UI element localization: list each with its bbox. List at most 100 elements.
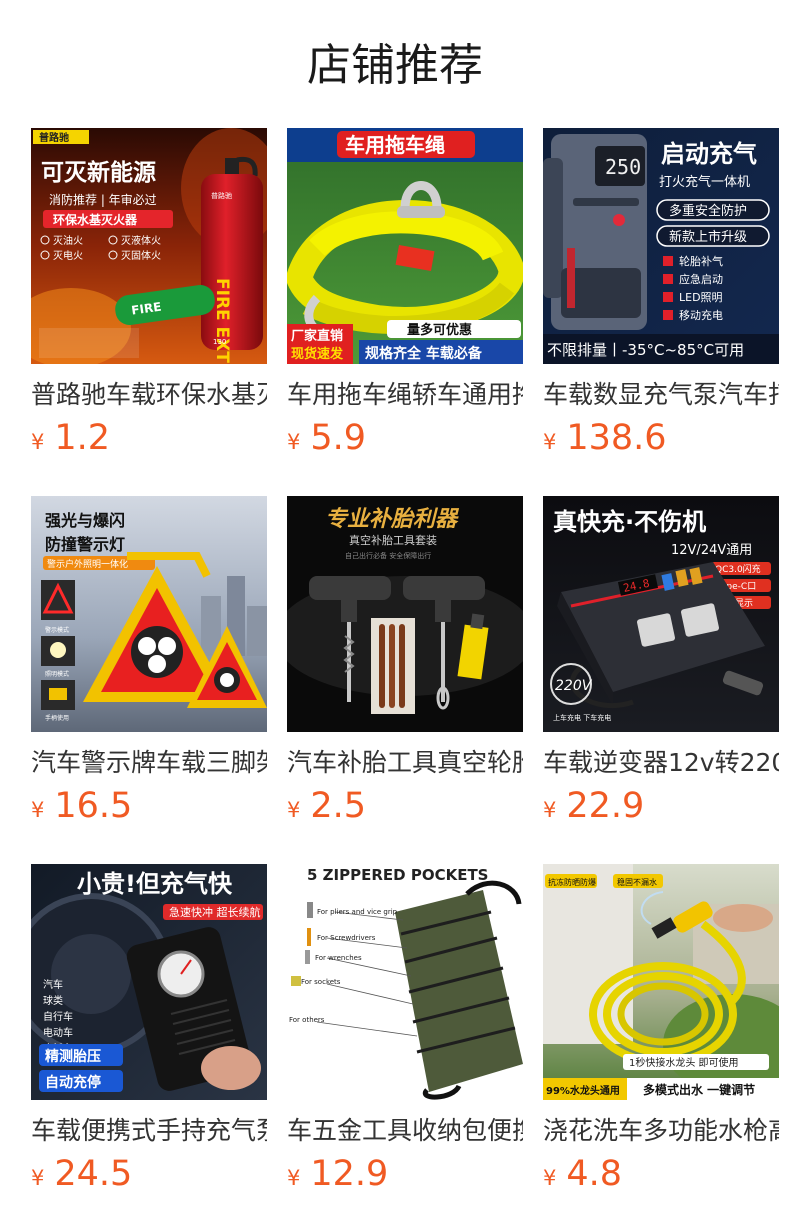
product-card[interactable]: 抗冻防晒防爆 稳固不漏水 1秒快接水龙头 即可使用 99%水龙头通用 多模式出水… xyxy=(543,864,779,1214)
image-tag: 抗冻防晒防爆 xyxy=(548,877,596,887)
product-name[interactable]: 普路驰车载环保水基灭火器 xyxy=(31,376,267,414)
product-image[interactable]: 车用拖车绳 厂家直销 现货速发 量多可优惠 规格齐全 车载必备 xyxy=(287,128,523,364)
pocket-label: For wrenches xyxy=(315,954,362,962)
product-card[interactable]: 普路驰 可灭新能源 消防推荐 | 年审必过 环保水基灭火器 灭油火 灭液体火 灭… xyxy=(31,128,267,478)
product-name[interactable]: 车载便携式手持充气泵电动打气 xyxy=(31,1112,267,1150)
image-tag: 自动充停 xyxy=(45,1074,101,1091)
price-value: 5.9 xyxy=(310,418,367,458)
product-price: ¥22.9 xyxy=(543,784,644,828)
currency-symbol: ¥ xyxy=(287,798,301,822)
svg-text:警示模式: 警示模式 xyxy=(45,626,69,634)
product-name[interactable]: 车载逆变器12v转220v电源转换器 xyxy=(543,744,779,782)
product-price: ¥2.5 xyxy=(287,784,366,828)
product-card[interactable]: 真快充·不伤机 12V/24V通用 QC3.0闪充 Type-C口 电压显示 2… xyxy=(543,496,779,846)
image-subline: 12V/24V通用 xyxy=(671,543,752,558)
pill-text: 新款上市升级 xyxy=(669,229,747,245)
product-card[interactable]: 5 ZIPPERED POCKETS For pliers and vice g… xyxy=(287,864,523,1214)
product-price: ¥1.2 xyxy=(31,416,110,460)
feature-text: 应急启动 xyxy=(679,272,723,286)
image-headline: 5 ZIPPERED POCKETS xyxy=(307,866,488,884)
product-image[interactable]: 专业补胎利器 真空补胎工具套装 自己出行必备 安全保障出行 xyxy=(287,496,523,732)
tag-text: 厂家直销 xyxy=(291,328,343,344)
list-item: 球类 xyxy=(43,994,63,1007)
product-card[interactable]: 强光与爆闪 防撞警示灯 警示户外照明一体化 警示模式 照明模式 手柄使用 汽车警… xyxy=(31,496,267,846)
price-value: 22.9 xyxy=(566,786,645,826)
bottle-brand: 普路驰 xyxy=(211,191,232,200)
product-card[interactable]: 车用拖车绳 厂家直销 现货速发 量多可优惠 规格齐全 车载必备 车用拖车绳轿车通… xyxy=(287,128,523,478)
currency-symbol: ¥ xyxy=(543,430,557,454)
product-price: ¥16.5 xyxy=(31,784,132,828)
svg-text:手柄使用: 手柄使用 xyxy=(45,714,69,722)
page-title: 店铺推荐 xyxy=(307,40,483,91)
feature-text: 灭电火 xyxy=(53,249,83,262)
price-value: 12.9 xyxy=(310,1154,389,1194)
product-image[interactable]: 真快充·不伤机 12V/24V通用 QC3.0闪充 Type-C口 电压显示 2… xyxy=(543,496,779,732)
list-item: 汽车 xyxy=(43,978,63,991)
product-image[interactable]: 小贵!但充气快 急速快冲 超长续航 汽车 球类 自行车 电动车 摩托车 xyxy=(31,864,267,1100)
currency-symbol: ¥ xyxy=(543,798,557,822)
pocket-label: For sockets xyxy=(301,978,341,986)
feature-text: 灭固体火 xyxy=(121,250,161,262)
tag-text: 规格齐全 车载必备 xyxy=(365,345,483,362)
price-value: 138.6 xyxy=(566,418,667,458)
product-name[interactable]: 车五金工具收纳包便携卷筒式 xyxy=(287,1112,523,1150)
device-display: 250 xyxy=(605,155,641,179)
image-headline: 小贵!但充气快 xyxy=(77,870,233,898)
image-headline: 防撞警示灯 xyxy=(45,535,125,554)
voltage-badge: 220V xyxy=(555,678,593,694)
image-headline: 专业补胎利器 xyxy=(325,507,460,532)
image-footer: 不限排量丨-35°C~85°C可用 xyxy=(547,341,744,359)
currency-symbol: ¥ xyxy=(31,430,45,454)
image-tagline: 自己出行必备 安全保障出行 xyxy=(345,551,431,560)
product-image[interactable]: 抗冻防晒防爆 稳固不漏水 1秒快接水龙头 即可使用 99%水龙头通用 多模式出水… xyxy=(543,864,779,1100)
feature-text: 灭油火 xyxy=(53,234,83,247)
price-value: 2.5 xyxy=(310,786,367,826)
currency-symbol: ¥ xyxy=(31,1166,45,1190)
image-banner: 环保水基灭火器 xyxy=(53,212,138,227)
product-name[interactable]: 汽车补胎工具真空轮胎补胎套装 xyxy=(287,744,523,782)
tag-text: 现货速发 xyxy=(291,346,344,362)
product-card[interactable]: 250 启动充气 打火充气一体机 多重安全防护 新款上市升级 轮胎补气 应急启动 xyxy=(543,128,779,478)
product-name[interactable]: 车载数显充气泵汽车打气泵 xyxy=(543,376,779,414)
currency-symbol: ¥ xyxy=(287,430,301,454)
image-headline: 强光与爆闪 xyxy=(45,511,125,530)
product-price: ¥24.5 xyxy=(31,1152,132,1196)
list-item: 自行车 xyxy=(43,1010,73,1023)
image-tag: 稳固不漏水 xyxy=(617,877,657,887)
product-image[interactable]: 5 ZIPPERED POCKETS For pliers and vice g… xyxy=(287,864,523,1100)
product-price: ¥4.8 xyxy=(543,1152,622,1196)
pill-text: 多重安全防护 xyxy=(669,203,747,219)
pocket-label: For Screwdrivers xyxy=(317,934,376,942)
product-image[interactable]: 普路驰 可灭新能源 消防推荐 | 年审必过 环保水基灭火器 灭油火 灭液体火 灭… xyxy=(31,128,267,364)
currency-symbol: ¥ xyxy=(31,798,45,822)
product-card[interactable]: 专业补胎利器 真空补胎工具套装 自己出行必备 安全保障出行 汽车补胎工具真空轮 … xyxy=(287,496,523,846)
image-headline: 启动充气 xyxy=(661,140,757,168)
image-tag: 精测胎压 xyxy=(45,1048,101,1065)
product-image[interactable]: 强光与爆闪 防撞警示灯 警示户外照明一体化 警示模式 照明模式 手柄使用 xyxy=(31,496,267,732)
image-subline: 急速快冲 超长续航 xyxy=(169,905,261,919)
image-caption: 上车充电 下车充电 xyxy=(553,713,611,722)
image-subline: 消防推荐 | 年审必过 xyxy=(49,192,157,207)
pocket-label: For others xyxy=(289,1016,325,1024)
product-price: ¥5.9 xyxy=(287,416,366,460)
product-name[interactable]: 浇花洗车多功能水枪高压家用 xyxy=(543,1112,779,1150)
product-image[interactable]: 250 启动充气 打火充气一体机 多重安全防护 新款上市升级 轮胎补气 应急启动 xyxy=(543,128,779,364)
price-value: 4.8 xyxy=(566,1154,623,1194)
image-tag: 警示户外照明一体化 xyxy=(47,558,128,570)
product-card[interactable]: 小贵!但充气快 急速快冲 超长续航 汽车 球类 自行车 电动车 摩托车 xyxy=(31,864,267,1214)
feature-text: 轮胎补气 xyxy=(679,254,723,268)
tag-text: 量多可优惠 xyxy=(407,322,472,338)
image-headline: 真快充·不伤机 xyxy=(553,508,706,536)
currency-symbol: ¥ xyxy=(287,1166,301,1190)
image-footer: 多模式出水 一键调节 xyxy=(643,1082,755,1097)
feature-text: 移动充电 xyxy=(679,308,723,322)
price-value: 24.5 xyxy=(54,1154,133,1194)
image-headline: 可灭新能源 xyxy=(41,159,156,186)
product-name[interactable]: 车用拖车绳轿车通用拖车绳 xyxy=(287,376,523,414)
brand-logo-text: 普路驰 xyxy=(39,131,69,144)
feature-tag: QC3.0闪充 xyxy=(715,563,761,575)
product-price: ¥138.6 xyxy=(543,416,667,460)
feature-text: LED照明 xyxy=(679,291,723,304)
svg-text:照明模式: 照明模式 xyxy=(45,670,69,678)
product-name[interactable]: 汽车警示牌车载三脚架警示灯 xyxy=(31,744,267,782)
